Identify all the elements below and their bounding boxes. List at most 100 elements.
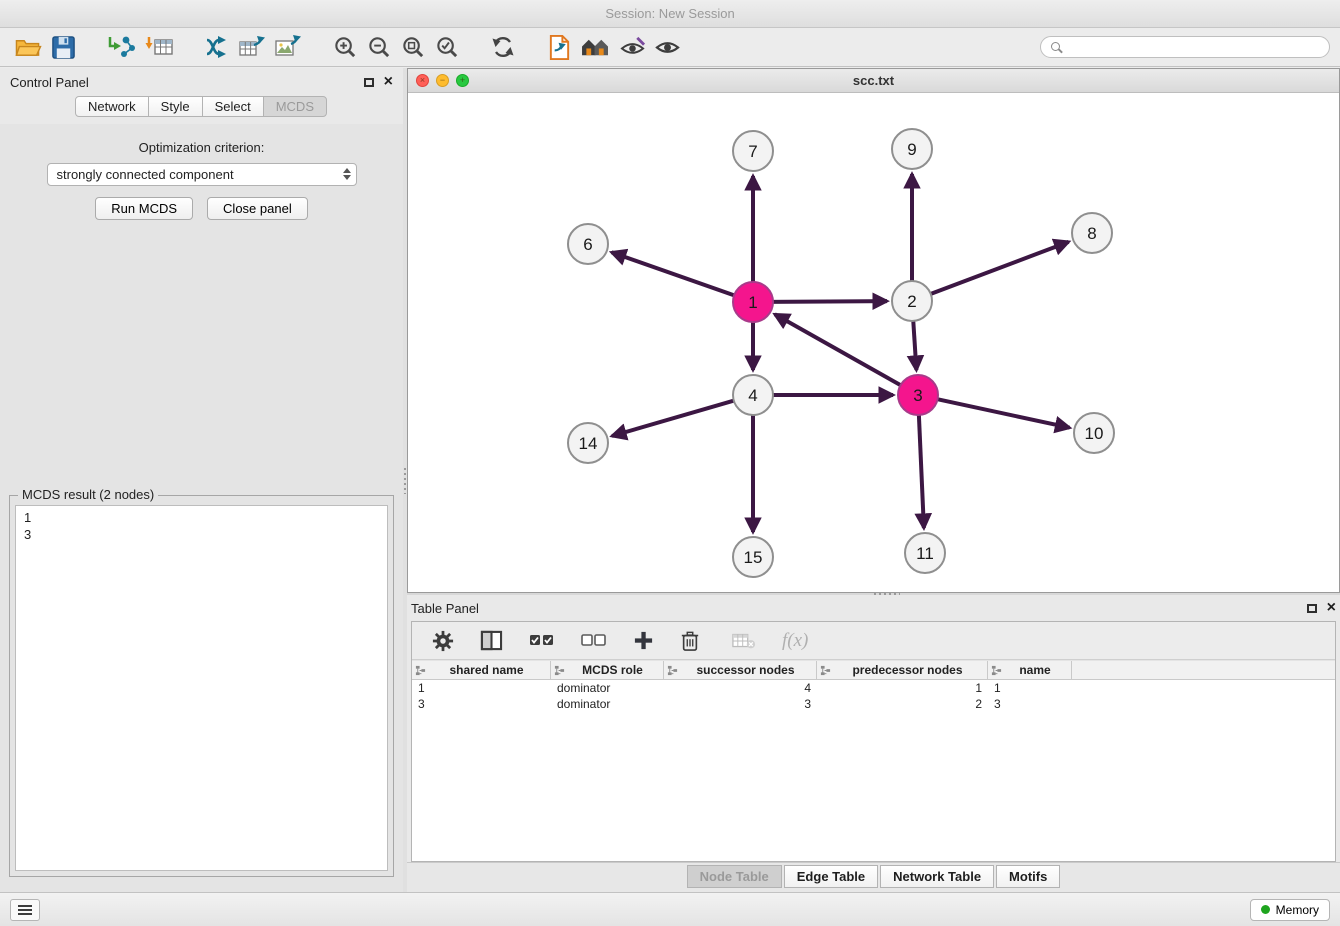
table-cell[interactable]: 3 xyxy=(988,697,1072,711)
zoom-out-button[interactable] xyxy=(362,31,396,63)
graph-node-9[interactable]: 9 xyxy=(892,129,932,169)
close-panel-button[interactable]: Close panel xyxy=(207,197,308,220)
table-cell[interactable]: 1 xyxy=(412,681,551,695)
export-image-button[interactable] xyxy=(270,31,306,63)
function-icon: f(x) xyxy=(782,630,808,652)
tab-edge-table[interactable]: Edge Table xyxy=(784,865,878,888)
export-table-button[interactable] xyxy=(234,31,270,63)
table-cell[interactable]: 1 xyxy=(817,681,988,695)
deselect-all-button[interactable] xyxy=(577,625,611,657)
graph-node-11[interactable]: 11 xyxy=(905,533,945,573)
svg-text:14: 14 xyxy=(579,434,598,453)
document-share-button[interactable] xyxy=(542,31,576,63)
graph-edge-3-10[interactable] xyxy=(936,399,1070,428)
delete-table-icon xyxy=(732,631,756,651)
import-table-button[interactable] xyxy=(140,31,178,63)
table-row[interactable]: 1dominator411 xyxy=(412,680,1335,696)
table-panel-tabs: Node TableEdge TableNetwork TableMotifs xyxy=(407,862,1340,892)
graph-node-8[interactable]: 8 xyxy=(1072,213,1112,253)
menu-icon xyxy=(18,905,32,907)
panel-menu-button[interactable] xyxy=(10,899,40,921)
open-file-button[interactable] xyxy=(10,31,46,63)
table-panel-header: Table Panel × xyxy=(411,595,1336,621)
network-canvas[interactable]: 7 9 6 8 1 2 4 3 14 10 15 11 xyxy=(408,93,1339,592)
table-row[interactable]: 3dominator323 xyxy=(412,696,1335,712)
optimization-criterion-select[interactable]: strongly connected component xyxy=(47,163,357,186)
table-cell[interactable]: 3 xyxy=(664,697,817,711)
table-cell[interactable]: dominator xyxy=(551,697,664,711)
svg-text:6: 6 xyxy=(583,235,592,254)
column-header-successor-nodes[interactable]: successor nodes xyxy=(664,661,817,679)
graph-node-2[interactable]: 2 xyxy=(892,281,932,321)
graph-node-7[interactable]: 7 xyxy=(733,131,773,171)
tab-node-table[interactable]: Node Table xyxy=(687,865,782,888)
zoom-fit-button[interactable] xyxy=(396,31,430,63)
zoom-selected-button[interactable] xyxy=(430,31,464,63)
svg-text:9: 9 xyxy=(907,140,916,159)
search-box[interactable] xyxy=(1040,36,1330,58)
save-button[interactable] xyxy=(46,31,80,63)
table-cell[interactable]: dominator xyxy=(551,681,664,695)
graph-edge-2-8[interactable] xyxy=(929,242,1069,295)
eye-button[interactable] xyxy=(650,31,685,63)
graph-edge-2-3[interactable] xyxy=(913,319,916,370)
column-header-shared-name[interactable]: shared name xyxy=(412,661,551,679)
mcds-buttons-row: Run MCDS Close panel xyxy=(0,197,403,220)
tab-network-table[interactable]: Network Table xyxy=(880,865,994,888)
tab-network[interactable]: Network xyxy=(75,96,149,117)
tab-select[interactable]: Select xyxy=(202,96,264,117)
table-cell[interactable]: 1 xyxy=(988,681,1072,695)
table-cell[interactable]: 4 xyxy=(664,681,817,695)
delete-table-button[interactable] xyxy=(728,625,760,657)
delete-column-button[interactable] xyxy=(676,625,704,657)
close-panel-icon[interactable]: × xyxy=(1327,602,1336,614)
zoom-in-button[interactable] xyxy=(328,31,362,63)
zoom-fit-icon xyxy=(401,35,426,60)
tab-motifs[interactable]: Motifs xyxy=(996,865,1060,888)
column-header-MCDS-role[interactable]: MCDS role xyxy=(551,661,664,679)
graph-node-3[interactable]: 3 xyxy=(898,375,938,415)
chevron-up-down-icon xyxy=(343,168,351,180)
graph-edge-1-2[interactable] xyxy=(771,301,887,302)
graph-node-15[interactable]: 15 xyxy=(733,537,773,577)
graph-edge-3-11[interactable] xyxy=(919,413,924,528)
columns-button[interactable] xyxy=(476,625,507,657)
graph-edge-1-6[interactable] xyxy=(612,252,736,296)
graph-node-1[interactable]: 1 xyxy=(733,282,773,322)
splitter-handle[interactable] xyxy=(407,593,1340,595)
table-cell[interactable]: 3 xyxy=(412,697,551,711)
refresh-button[interactable] xyxy=(486,31,520,63)
column-header-name[interactable]: name xyxy=(988,661,1072,679)
close-panel-icon[interactable]: × xyxy=(384,76,393,88)
tab-mcds[interactable]: MCDS xyxy=(263,96,327,117)
mcds-result-list[interactable]: 13 xyxy=(15,505,388,871)
column-header-predecessor-nodes[interactable]: predecessor nodes xyxy=(817,661,988,679)
select-all-button[interactable] xyxy=(525,625,559,657)
svg-text:7: 7 xyxy=(748,142,757,161)
memory-button[interactable]: Memory xyxy=(1250,899,1330,921)
graph-node-10[interactable]: 10 xyxy=(1074,413,1114,453)
graph-edge-3-1[interactable] xyxy=(775,314,903,386)
style-brush-button[interactable] xyxy=(615,31,650,63)
add-column-button[interactable] xyxy=(629,625,658,657)
window-titlebar: Session: New Session xyxy=(0,0,1340,28)
home-button[interactable] xyxy=(576,31,615,63)
float-panel-icon[interactable] xyxy=(364,78,374,87)
optimization-criterion-value: strongly connected component xyxy=(57,167,234,182)
graph-node-14[interactable]: 14 xyxy=(568,423,608,463)
float-panel-icon[interactable] xyxy=(1307,604,1317,613)
run-mcds-button[interactable]: Run MCDS xyxy=(95,197,193,220)
tab-style[interactable]: Style xyxy=(148,96,203,117)
import-network-button[interactable] xyxy=(102,31,140,63)
graph-node-6[interactable]: 6 xyxy=(568,224,608,264)
save-icon xyxy=(51,35,76,60)
table-cell[interactable]: 2 xyxy=(817,697,988,711)
first-neighbors-icon xyxy=(204,34,230,60)
graph-edge-4-14[interactable] xyxy=(612,400,736,436)
graph-node-4[interactable]: 4 xyxy=(733,375,773,415)
search-input[interactable] xyxy=(1068,40,1325,55)
first-neighbors-button[interactable] xyxy=(200,31,234,63)
zoom-in-icon xyxy=(333,35,358,60)
settings-gear-button[interactable] xyxy=(428,625,458,657)
function-builder-button[interactable]: f(x) xyxy=(778,625,812,657)
